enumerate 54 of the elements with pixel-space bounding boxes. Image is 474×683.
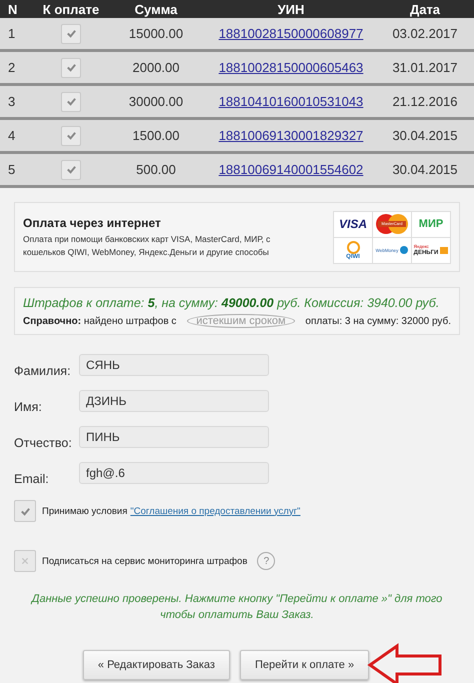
column-header: N — [0, 0, 36, 18]
checkbox[interactable] — [61, 160, 81, 180]
input-field[interactable]: СЯНЬ — [79, 354, 269, 376]
table-cell: 31.01.2017 — [376, 50, 474, 84]
status-message: Данные успешно проверены. Нажмите кнопку "Перейти к оплате »" для того чтобы оплатить Ваш Заказ. — [30, 592, 444, 623]
table-cell: 30000.00 — [106, 84, 206, 118]
input-field[interactable]: fgh@.6 — [79, 462, 269, 484]
checkbox[interactable] — [61, 126, 81, 146]
input-field[interactable]: ДЗИНЬ — [79, 390, 269, 412]
checkbox[interactable] — [14, 550, 36, 572]
column-header: УИН — [206, 0, 376, 18]
payment-title: Оплата через интернет — [23, 216, 162, 230]
check-icon — [66, 130, 76, 141]
payment-description: Оплата при помощи банковских карт VISA, MasterCard, МИР, с кошельков QIWI, WebMoney, Яндекс.Деньги и другие способы — [23, 232, 272, 258]
mir-logo: МИР — [412, 212, 450, 236]
checkbox[interactable] — [61, 58, 81, 78]
table-cell: 03.02.2017 — [376, 18, 474, 50]
check-icon — [66, 164, 76, 175]
cross-icon — [21, 557, 29, 565]
table-cell: 1500.00 — [106, 118, 206, 152]
input-field[interactable]: ПИНЬ — [79, 426, 269, 448]
checkbox[interactable] — [61, 92, 81, 112]
edit-button[interactable]: « Редактировать Заказ — [82, 650, 230, 680]
column-header: К оплате — [36, 0, 106, 18]
check-icon — [66, 62, 76, 73]
visa-logo: VISA — [334, 212, 372, 236]
table-cell: 500.00 — [106, 152, 206, 186]
table-cell: 4 — [0, 118, 36, 152]
checkbox[interactable] — [61, 24, 81, 44]
column-header: Дата — [376, 0, 474, 18]
table-cell: 30.04.2015 — [376, 152, 474, 186]
field-label: Отчество: — [14, 435, 73, 450]
summary-text: Штрафов к оплате: 5, на сумму: 49000.00 руб. Комиссия: 3940.00 руб. — [23, 296, 440, 310]
check-icon — [20, 506, 30, 516]
table-cell: 5 — [0, 152, 36, 186]
table-cell: 21.12.2016 — [376, 84, 474, 118]
check-icon — [66, 96, 76, 107]
column-header: Сумма — [106, 0, 206, 18]
table-cell: 2000.00 — [106, 50, 206, 84]
field-label: Email: — [14, 471, 50, 486]
checkbox[interactable] — [14, 500, 36, 522]
agreement-link[interactable]: "Соглашения о предоставлении услуг" — [130, 506, 300, 516]
table-cell: 1 — [0, 18, 36, 50]
table-cell: 15000.00 — [106, 18, 206, 50]
check-icon — [66, 28, 76, 39]
checkbox-label: Принимаю условия — [42, 506, 128, 516]
field-label: Фамилия: — [14, 363, 72, 378]
table-cell: 30.04.2015 — [376, 118, 474, 152]
table-cell: 3 — [0, 84, 36, 118]
table-cell: 2 — [0, 50, 36, 84]
field-label: Имя: — [14, 399, 43, 414]
reference-text: Справочно: найдено штрафов с истекшим сроком оплаты: 3 на сумму: 32000 руб. — [23, 314, 451, 328]
pay-button[interactable]: Перейти к оплате » — [240, 650, 370, 680]
checkbox-label: Подписаться на сервис мониторинга штрафов — [42, 556, 248, 566]
